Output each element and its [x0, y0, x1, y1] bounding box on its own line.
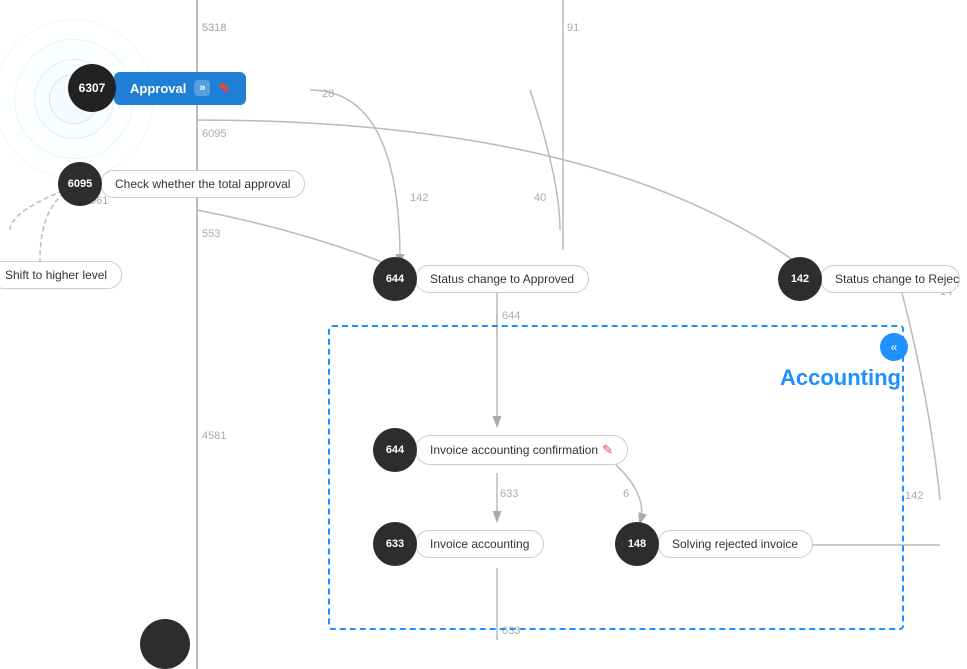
- edge-label-4581: 4581: [202, 430, 226, 442]
- edge-label-553: 553: [202, 228, 220, 240]
- edge-label-142-right: 142: [905, 490, 923, 502]
- invoice-accounting-circle: 633: [373, 522, 417, 566]
- edge-label-644: 644: [502, 310, 520, 322]
- accounting-title: Accounting: [780, 365, 901, 391]
- solving-rejected-node[interactable]: 148 Solving rejected invoice: [615, 522, 813, 566]
- invoice-accounting-label: Invoice accounting: [415, 530, 544, 558]
- check-approval-node[interactable]: 6095 Check whether the total approval: [58, 162, 305, 206]
- invoice-confirmation-edit: ✎: [602, 442, 613, 458]
- shift-higher-node[interactable]: Shift to higher level: [0, 261, 122, 289]
- shift-higher-label: Shift to higher level: [0, 261, 122, 289]
- bottom-node-partial: [140, 619, 190, 669]
- solving-rejected-circle: 148: [615, 522, 659, 566]
- invoice-confirmation-circle: 644: [373, 428, 417, 472]
- edge-label-28: 28: [322, 88, 334, 100]
- approval-node-circle: 6307: [68, 64, 116, 112]
- status-approved-label: Status change to Approved: [415, 265, 589, 293]
- approval-node-label: Approval » ✎: [114, 72, 246, 105]
- approval-chevron: »: [194, 80, 210, 96]
- workflow-canvas: 5318 5318 28 6095 961 553 142 40 91 644 …: [0, 0, 967, 669]
- status-approved-circle: 644: [373, 257, 417, 301]
- edge-label-5318-display: 5318: [202, 22, 226, 34]
- invoice-confirmation-label: Invoice accounting confirmation ✎: [415, 435, 628, 465]
- approval-edit-icon: ✎: [218, 80, 230, 97]
- edge-label-142-mid: 142: [410, 192, 428, 204]
- status-rejected-node[interactable]: 142 Status change to Rejecte...: [778, 257, 960, 301]
- solving-rejected-label: Solving rejected invoice: [657, 530, 813, 558]
- check-approval-circle: 6095: [58, 162, 102, 206]
- status-approved-node[interactable]: 644 Status change to Approved: [373, 257, 589, 301]
- edge-label-40: 40: [534, 192, 546, 204]
- edge-label-91: 91: [567, 22, 579, 34]
- check-approval-label: Check whether the total approval: [100, 170, 305, 198]
- status-rejected-circle: 142: [778, 257, 822, 301]
- invoice-confirmation-node[interactable]: 644 Invoice accounting confirmation ✎: [373, 428, 628, 472]
- approval-node[interactable]: 6307 Approval » ✎: [68, 64, 246, 112]
- edge-label-6095: 6095: [202, 128, 226, 140]
- invoice-accounting-node[interactable]: 633 Invoice accounting: [373, 522, 544, 566]
- accounting-collapse-button[interactable]: «: [880, 333, 908, 361]
- status-rejected-label: Status change to Rejecte...: [820, 265, 960, 293]
